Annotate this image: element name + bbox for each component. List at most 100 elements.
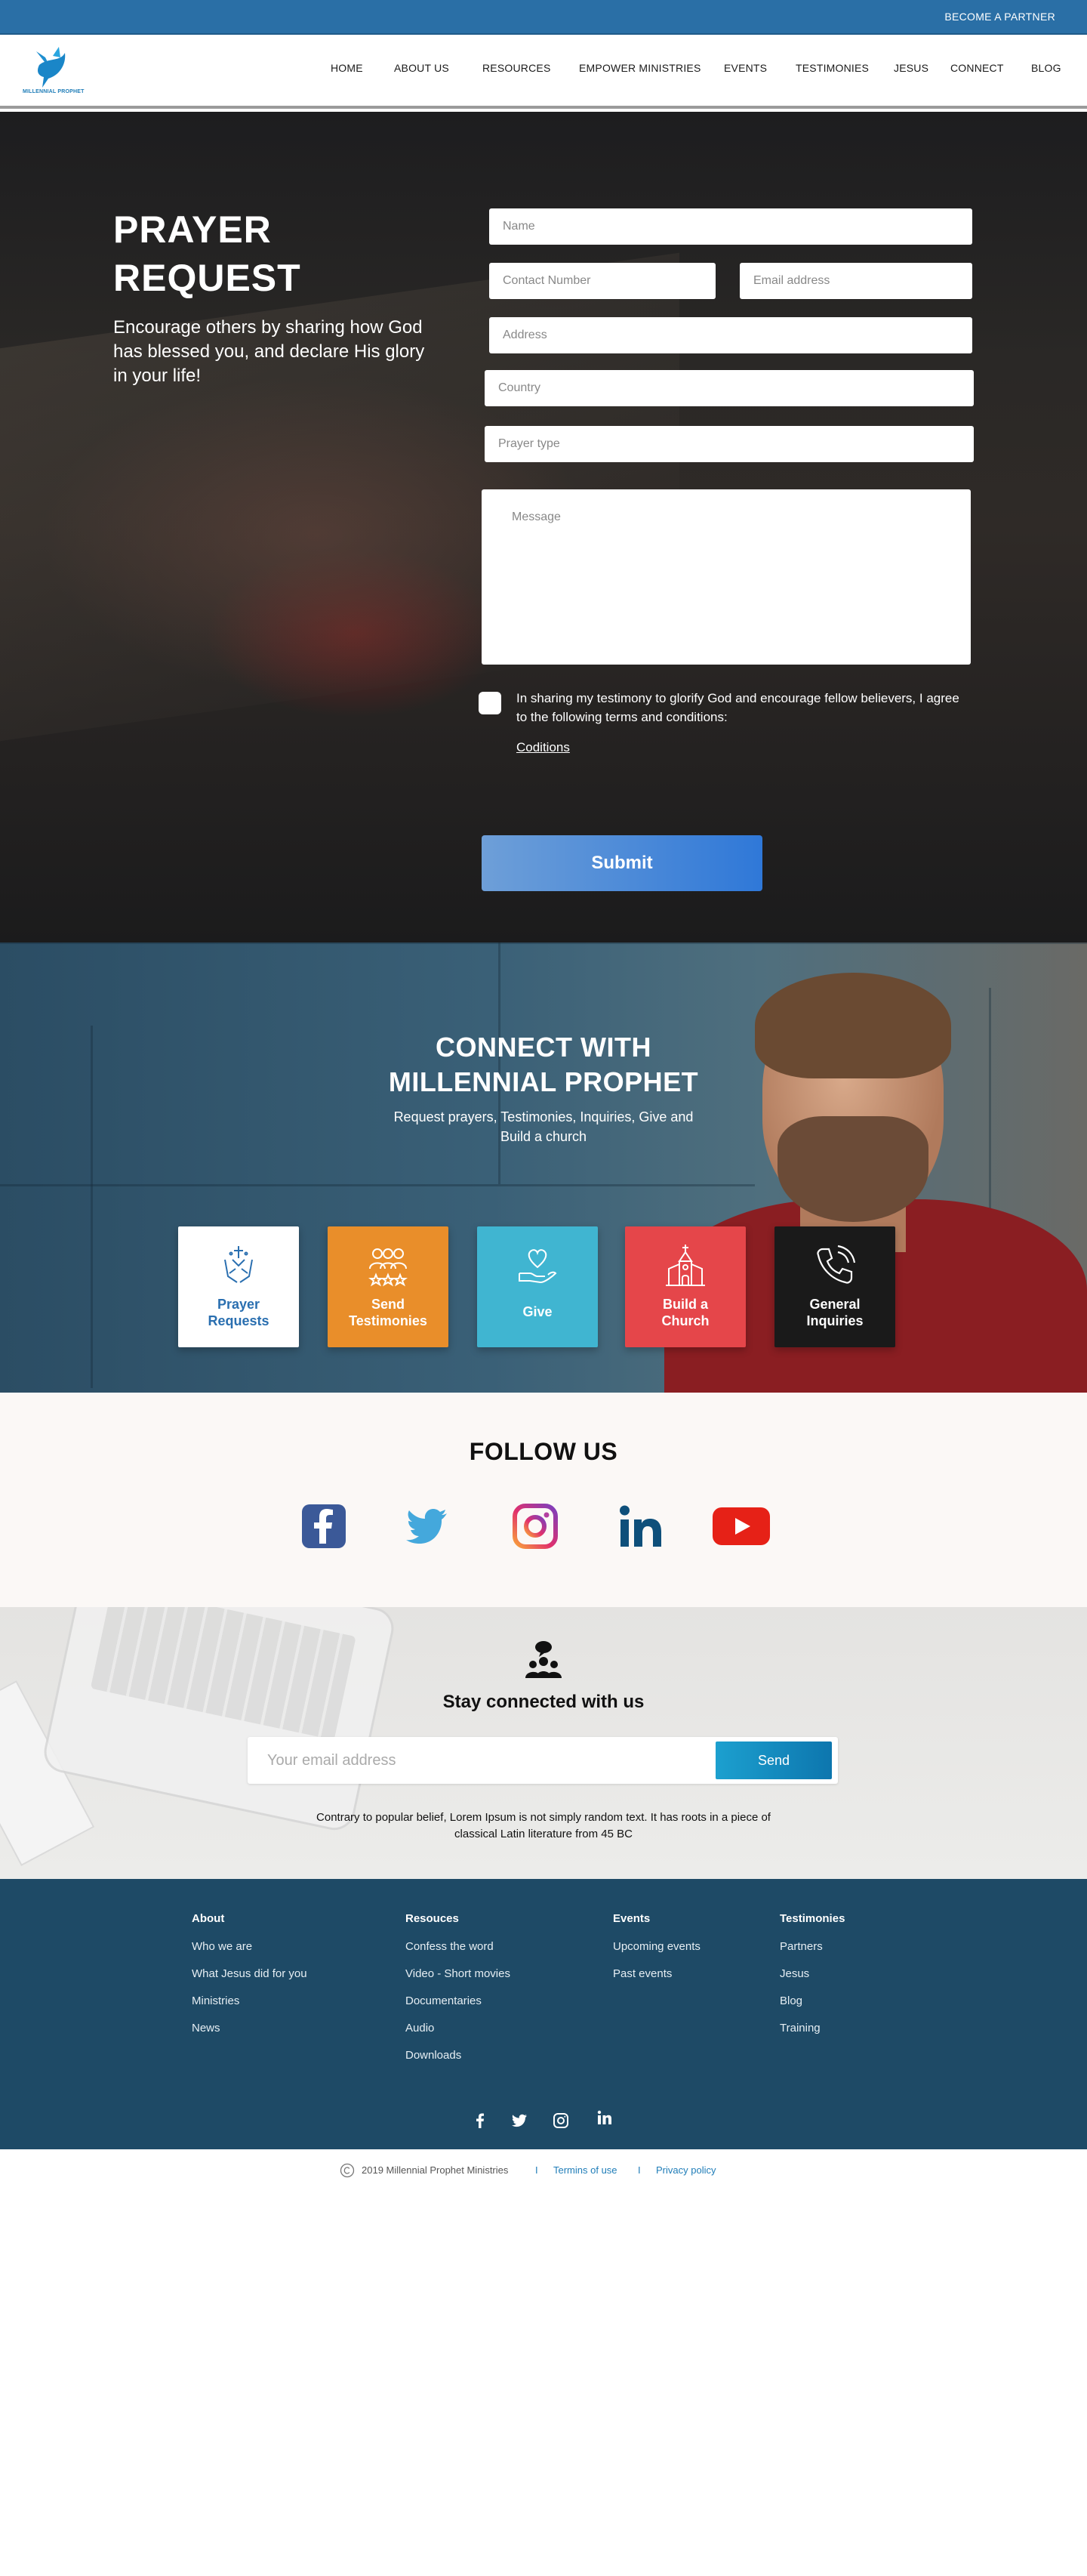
footer-heading: About: [192, 1912, 225, 1925]
nav-events[interactable]: EVENTS: [724, 62, 767, 74]
separator: I: [535, 2164, 538, 2176]
message-textarea[interactable]: [482, 489, 971, 665]
footer-link[interactable]: Upcoming events: [613, 1939, 701, 1967]
prayer-type-input[interactable]: [485, 426, 974, 462]
email-input[interactable]: [740, 263, 972, 299]
wall-texture: [0, 942, 1087, 944]
facebook-icon[interactable]: [471, 2112, 489, 2130]
tile-label-line1: General: [809, 1297, 861, 1312]
tile-give-label: Give: [477, 1303, 598, 1320]
name-input[interactable]: [489, 208, 972, 245]
nav-resources[interactable]: RESOURCES: [482, 62, 550, 74]
newsletter-send-button[interactable]: Send: [716, 1741, 832, 1779]
footer-heading: Testimonies: [780, 1912, 845, 1925]
contact-field[interactable]: [489, 263, 716, 299]
prayer-subtitle: Encourage others by sharing how God has …: [113, 317, 425, 386]
footer-link[interactable]: Documentaries: [405, 1994, 510, 2021]
connect-subtitle: Request prayers, Testimonies, Inquiries,…: [393, 1109, 694, 1144]
footer-column-about: About Who we are What Jesus did for you …: [192, 1912, 307, 2048]
tile-label-line2: Requests: [208, 1313, 269, 1328]
main-nav: HOME ABOUT US RESOURCES EMPOWER MINISTRI…: [0, 62, 1087, 80]
conditions-link[interactable]: Coditions: [516, 740, 570, 755]
email-field[interactable]: [740, 263, 972, 299]
footer-column-testimonies: Testimonies Partners Jesus Blog Training: [780, 1912, 845, 2048]
tile-build-church-label: Build a Church: [625, 1296, 746, 1329]
terms-checkbox[interactable]: [479, 692, 501, 714]
prayer-request-section: PRAYER REQUEST Encourage others by shari…: [0, 112, 1087, 942]
nav-jesus[interactable]: JESUS: [894, 62, 928, 74]
tile-label-line1: Prayer: [217, 1297, 260, 1312]
newsletter-section: Stay connected with us Send Contrary to …: [0, 1607, 1087, 1879]
footer-link[interactable]: What Jesus did for you: [192, 1967, 307, 1994]
twitter-icon[interactable]: [510, 2112, 528, 2130]
tile-send-testimonies-label: Send Testimonies: [328, 1296, 448, 1329]
instagram-icon[interactable]: [552, 2112, 570, 2130]
linkedin-icon[interactable]: [617, 1503, 664, 1550]
nav-home[interactable]: HOME: [331, 62, 363, 74]
newsletter-email-input[interactable]: [248, 1737, 716, 1784]
tile-prayer-requests-label: Prayer Requests: [178, 1296, 299, 1329]
tile-label-line1: Send: [371, 1297, 405, 1312]
submit-button[interactable]: Submit: [482, 835, 762, 891]
connect-title-line1: CONNECT WITH: [436, 1032, 651, 1063]
connect-title: CONNECT WITH MILLENNIAL PROPHET: [0, 1030, 1087, 1100]
nav-empower-ministries[interactable]: EMPOWER MINISTRIES: [579, 62, 701, 74]
wall-texture: [0, 1184, 755, 1186]
tile-send-testimonies[interactable]: Send Testimonies: [328, 1226, 448, 1347]
address-field[interactable]: [489, 317, 972, 353]
laptop-keyboard: [90, 1607, 356, 1741]
nav-testimonies[interactable]: TESTIMONIES: [796, 62, 869, 74]
become-partner-link[interactable]: BECOME A PARTNER: [944, 11, 1055, 23]
tile-prayer-requests[interactable]: Prayer Requests: [178, 1226, 299, 1347]
nav-connect[interactable]: CONNECT: [950, 62, 1004, 74]
terms-text: In sharing my testimony to glorify God a…: [516, 691, 959, 724]
site-header: MILLENNIAL PROPHET HOME ABOUT US RESOURC…: [0, 35, 1087, 109]
tile-build-church[interactable]: Build a Church: [625, 1226, 746, 1347]
country-field[interactable]: [485, 370, 974, 406]
footer-link[interactable]: Partners: [780, 1939, 845, 1967]
footer-link[interactable]: Training: [780, 2021, 845, 2048]
praying-hands-icon: [224, 1246, 253, 1283]
tile-give[interactable]: Give: [477, 1226, 598, 1347]
facebook-icon[interactable]: [300, 1503, 347, 1550]
follow-us-section: FOLLOW US: [0, 1393, 1087, 1607]
group-stars-icon: [368, 1248, 408, 1287]
person-beard: [778, 1116, 928, 1222]
footer-link[interactable]: Confess the word: [405, 1939, 510, 1967]
youtube-icon[interactable]: [711, 1503, 771, 1550]
tile-label-line1: Give: [522, 1304, 553, 1319]
follow-us-title: FOLLOW US: [469, 1438, 618, 1465]
nav-about-us[interactable]: ABOUT US: [394, 62, 449, 74]
linkedin-icon[interactable]: [596, 2109, 614, 2127]
prayer-title: PRAYER REQUEST: [113, 205, 301, 302]
instagram-icon[interactable]: [512, 1503, 559, 1550]
logo-text: MILLENNIAL PROPHET: [23, 89, 85, 94]
prayer-title-line2: REQUEST: [113, 257, 301, 299]
footer-link[interactable]: Ministries: [192, 1994, 307, 2021]
twitter-icon[interactable]: [405, 1503, 451, 1550]
tile-general-inquiries[interactable]: General Inquiries: [774, 1226, 895, 1347]
tile-label-line2: Testimonies: [349, 1313, 427, 1328]
footer-link[interactable]: Audio: [405, 2021, 510, 2048]
footer-link[interactable]: Video - Short movies: [405, 1967, 510, 1994]
footer-link[interactable]: Past events: [613, 1967, 701, 1994]
address-input[interactable]: [489, 317, 972, 353]
prayer-title-line1: PRAYER: [113, 208, 272, 251]
message-field[interactable]: [482, 489, 971, 665]
footer-link[interactable]: Jesus: [780, 1967, 845, 1994]
footer-link[interactable]: Who we are: [192, 1939, 307, 1967]
footer-heading: Resouces: [405, 1912, 459, 1925]
prayer-type-field[interactable]: [485, 426, 974, 462]
footer-link[interactable]: Blog: [780, 1994, 845, 2021]
footer-link[interactable]: News: [192, 2021, 307, 2048]
heart-hand-icon: [519, 1249, 557, 1284]
privacy-policy-link[interactable]: Privacy policy: [656, 2164, 716, 2176]
name-field[interactable]: [489, 208, 972, 245]
terms-of-use-link[interactable]: Termins of use: [553, 2164, 617, 2176]
footer-heading: Events: [613, 1912, 651, 1925]
nav-blog[interactable]: BLOG: [1031, 62, 1061, 74]
contact-number-input[interactable]: [489, 263, 716, 299]
site-footer: About Who we are What Jesus did for you …: [0, 1879, 1087, 2149]
footer-link[interactable]: Downloads: [405, 2048, 510, 2075]
country-input[interactable]: [485, 370, 974, 406]
